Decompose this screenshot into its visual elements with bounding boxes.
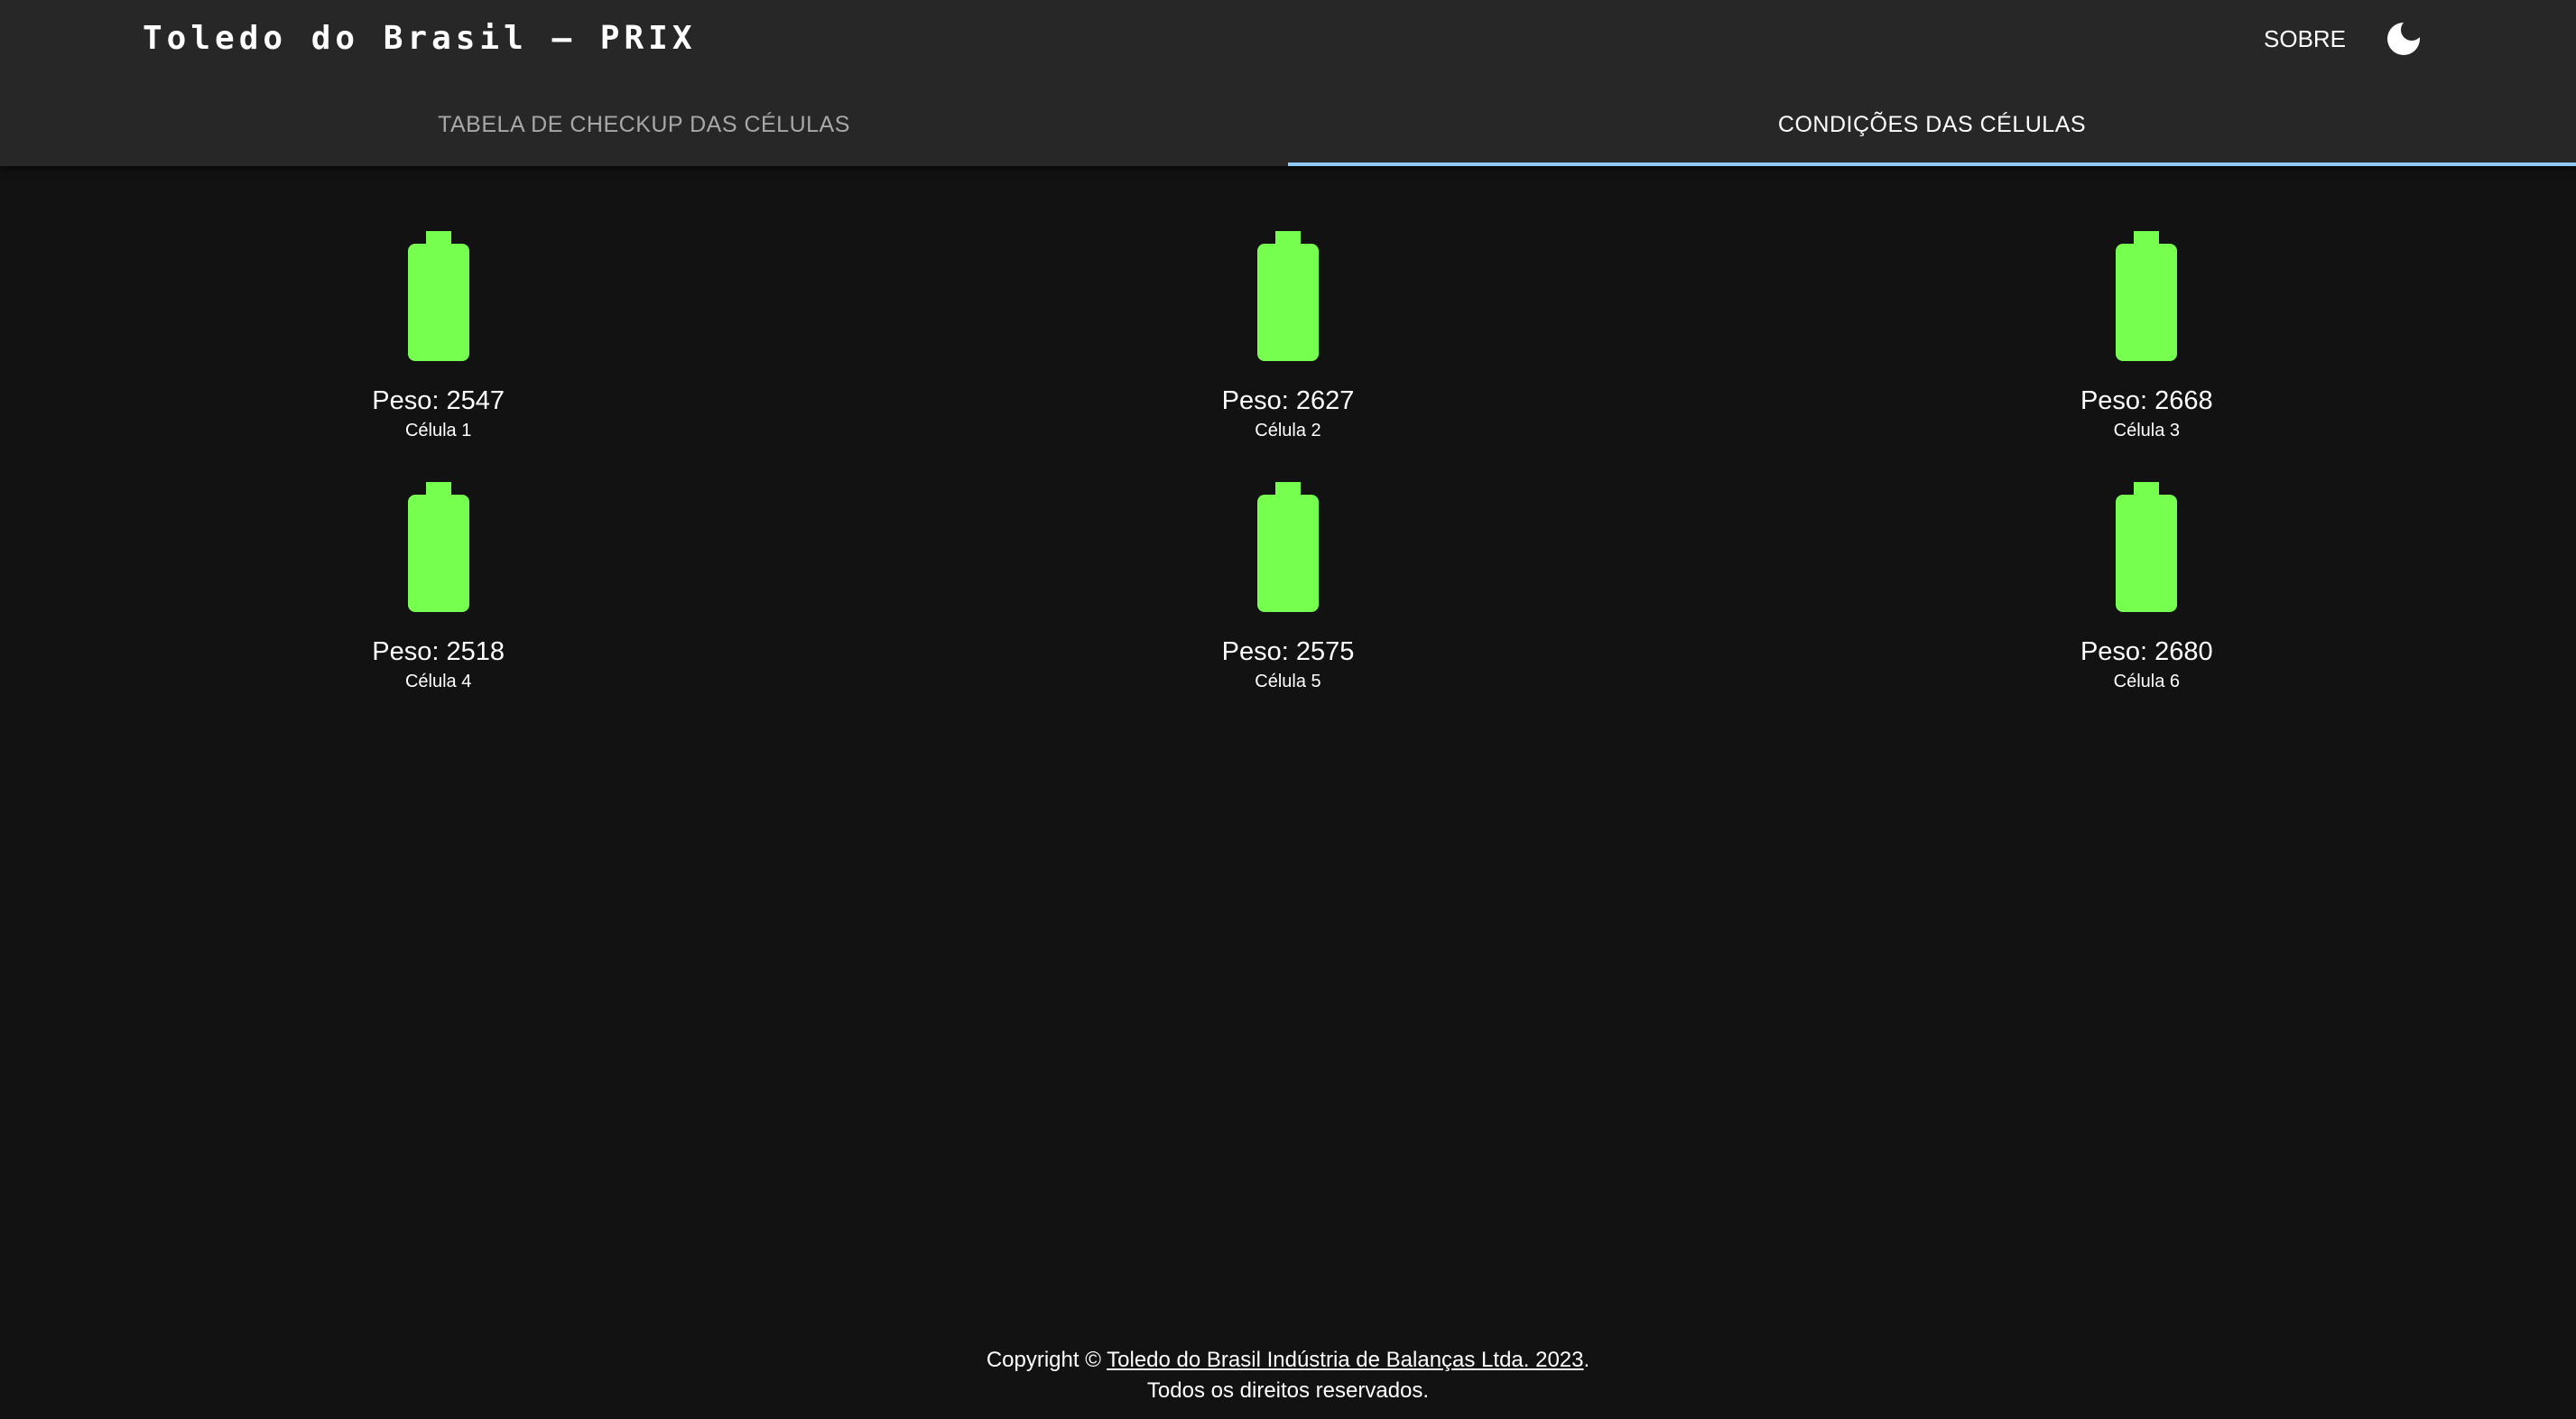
cell-name: Célula 2 bbox=[1255, 421, 1321, 441]
company-link[interactable]: Toledo do Brasil Indústria de Balanças L… bbox=[1107, 1348, 1583, 1372]
tab-bar: TABELA DE CHECKUP DAS CÉLULAS CONDIÇÕES … bbox=[0, 83, 2576, 166]
cell-card-1: Peso: 2547 Célula 1 bbox=[9, 231, 867, 442]
tab-checkup-table[interactable]: TABELA DE CHECKUP DAS CÉLULAS bbox=[0, 83, 1288, 166]
cell-card-3: Peso: 2668 Célula 3 bbox=[1718, 231, 2576, 442]
battery-full-icon bbox=[1256, 231, 1319, 361]
cell-weight: Peso: 2547 bbox=[372, 386, 505, 415]
cell-weight: Peso: 2668 bbox=[2080, 386, 2213, 415]
battery-full-icon bbox=[1256, 482, 1319, 612]
about-button[interactable]: SOBRE bbox=[2251, 20, 2358, 58]
rights-reserved: Todos os direitos reservados. bbox=[1146, 1378, 1430, 1403]
cell-name: Célula 1 bbox=[404, 421, 472, 441]
copyright-line: Copyright © Toledo do Brasil Indústria d… bbox=[0, 1345, 2576, 1376]
cells-grid: Peso: 2547 Célula 1 Peso: 2627 Célula 2 … bbox=[0, 231, 2576, 693]
app-root: Toledo do Brasil – PRIX SOBRE TABELA DE … bbox=[0, 0, 2576, 1419]
cell-name: Célula 6 bbox=[2113, 672, 2181, 691]
cell-name: Célula 5 bbox=[1255, 672, 1321, 691]
cell-card-2: Peso: 2627 Célula 2 bbox=[858, 231, 1717, 442]
footer: Copyright © Toledo do Brasil Indústria d… bbox=[0, 1345, 2576, 1406]
theme-toggle-button[interactable] bbox=[2383, 18, 2424, 60]
battery-full-icon bbox=[407, 482, 469, 612]
cell-weight: Peso: 2575 bbox=[1221, 637, 1355, 666]
battery-full-icon bbox=[2116, 482, 2178, 612]
app-bar: Toledo do Brasil – PRIX SOBRE TABELA DE … bbox=[0, 0, 2576, 166]
cell-weight: Peso: 2518 bbox=[372, 637, 505, 666]
cell-card-5: Peso: 2575 Célula 5 bbox=[858, 482, 1717, 693]
battery-full-icon bbox=[407, 231, 469, 361]
cell-name: Célula 4 bbox=[404, 672, 472, 691]
cell-card-6: Peso: 2680 Célula 6 bbox=[1718, 482, 2576, 693]
cell-name: Célula 3 bbox=[2113, 421, 2181, 441]
copyright-suffix: . bbox=[1583, 1348, 1590, 1372]
moon-icon bbox=[2387, 23, 2420, 55]
copyright-prefix: Copyright © bbox=[986, 1348, 1107, 1372]
app-title: Toledo do Brasil – PRIX bbox=[143, 20, 697, 57]
toolbar: Toledo do Brasil – PRIX SOBRE bbox=[0, 0, 2576, 79]
tab-cell-conditions[interactable]: CONDIÇÕES DAS CÉLULAS bbox=[1288, 83, 2576, 166]
cell-card-4: Peso: 2518 Célula 4 bbox=[9, 482, 867, 693]
cell-weight: Peso: 2627 bbox=[1221, 386, 1355, 415]
cell-weight: Peso: 2680 bbox=[2080, 637, 2213, 666]
battery-full-icon bbox=[2116, 231, 2178, 361]
